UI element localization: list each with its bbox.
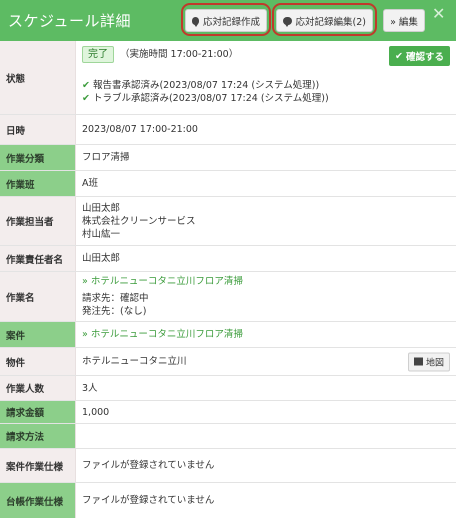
work-team-row: 作業班 A班 bbox=[0, 171, 456, 197]
chat-icon bbox=[192, 16, 199, 27]
headcount-row: 作業人数 3人 bbox=[0, 376, 456, 401]
work-team-label: 作業班 bbox=[0, 171, 76, 196]
worker-1: 山田太郎 bbox=[82, 202, 121, 214]
edit-label: » 編集 bbox=[390, 16, 418, 28]
edit-response-records-label: 応対記録編集(2) bbox=[295, 16, 366, 28]
confirm-button[interactable]: ✔ 確認する bbox=[389, 46, 450, 66]
project-row: 案件 » ホテルニューコタニ立川フロア清掃 bbox=[0, 322, 456, 348]
billing-amount-row: 請求金額 1,000 bbox=[0, 401, 456, 424]
page-title: スケジュール詳細 bbox=[8, 12, 131, 30]
property-value: ホテルニューコタニ立川 bbox=[82, 356, 187, 367]
check-icon: ✔ bbox=[82, 80, 90, 91]
workers-label: 作業担当者 bbox=[0, 197, 76, 245]
supervisor-row: 作業責任者名 山田太郎 bbox=[0, 246, 456, 272]
work-name-link[interactable]: » ホテルニューコタニ立川フロア清掃 bbox=[82, 275, 450, 288]
project-spec-value: ファイルが登録されていません bbox=[82, 460, 215, 471]
ledger-spec-row: 台帳作業仕様 ファイルが登録されていません bbox=[0, 483, 456, 518]
approval-note-report-text: 報告書承認済み(2023/08/07 17:24 (システム処理)) bbox=[92, 80, 320, 91]
project-link[interactable]: » ホテルニューコタニ立川フロア清掃 bbox=[82, 328, 450, 341]
check-icon: ✔ bbox=[395, 50, 403, 62]
headcount-value: 3人 bbox=[82, 382, 98, 394]
approval-note-trouble: ✔ トラブル承認済み(2023/08/07 17:24 (システム処理)) bbox=[82, 92, 450, 105]
datetime-row: 日時 2023/08/07 17:00-21:00 bbox=[0, 115, 456, 145]
supervisor-label: 作業責任者名 bbox=[0, 246, 76, 271]
check-icon: ✔ bbox=[82, 93, 90, 104]
status-row: 状態 完了 （実施時間 17:00-21:00） ✔ 報告書承認済み(2023/0… bbox=[0, 41, 456, 115]
close-icon[interactable]: ✕ bbox=[432, 6, 445, 22]
work-name-label: 作業名 bbox=[0, 272, 76, 321]
property-label: 物件 bbox=[0, 348, 76, 375]
status-badge: 完了 bbox=[82, 46, 114, 63]
order-destination: 発注先：(なし) bbox=[82, 306, 147, 317]
project-spec-row: 案件作業仕様 ファイルが登録されていません bbox=[0, 449, 456, 483]
billing-amount-value: 1,000 bbox=[82, 406, 110, 418]
ledger-spec-label: 台帳作業仕様 bbox=[0, 483, 76, 518]
create-response-record-button[interactable]: 応対記録作成 bbox=[185, 9, 267, 32]
headcount-label: 作業人数 bbox=[0, 376, 76, 400]
workers-row: 作業担当者 山田太郎 株式会社クリーンサービス 村山紘一 bbox=[0, 197, 456, 246]
actual-time: （実施時間 17:00-21:00） bbox=[120, 49, 239, 60]
work-name-row: 作業名 » ホテルニューコタニ立川フロア清掃 請求先：確認中 発注先：(なし) bbox=[0, 272, 456, 322]
chat-icon bbox=[283, 16, 292, 27]
work-category-value: フロア清掃 bbox=[82, 152, 130, 163]
approval-note-trouble-text: トラブル承認済み(2023/08/07 17:24 (システム処理)) bbox=[92, 93, 329, 104]
billing-destination: 請求先：確認中 bbox=[82, 293, 149, 304]
ledger-spec-value: ファイルが登録されていません bbox=[82, 495, 215, 506]
supervisor-value: 山田太郎 bbox=[82, 253, 121, 264]
status-label: 状態 bbox=[0, 41, 76, 114]
worker-3: 村山紘一 bbox=[82, 228, 121, 240]
map-icon bbox=[413, 357, 423, 366]
billing-amount-label: 請求金額 bbox=[0, 401, 76, 423]
edit-button[interactable]: » 編集 bbox=[383, 9, 425, 32]
datetime-value: 2023/08/07 17:00-21:00 bbox=[82, 124, 198, 135]
edit-response-records-button[interactable]: 応対記録編集(2) bbox=[276, 9, 373, 32]
map-label: 地図 bbox=[425, 358, 444, 368]
work-category-row: 作業分類 フロア清掃 bbox=[0, 145, 456, 171]
create-response-record-label: 応対記録作成 bbox=[202, 16, 260, 28]
billing-method-row: 請求方法 bbox=[0, 424, 456, 449]
dialog-header: スケジュール詳細 応対記録作成 応対記録編集(2) » 編集 ✕ bbox=[0, 0, 456, 41]
work-team-value: A班 bbox=[82, 178, 98, 189]
datetime-label: 日時 bbox=[0, 115, 76, 144]
approval-note-report: ✔ 報告書承認済み(2023/08/07 17:24 (システム処理)) bbox=[82, 79, 450, 92]
map-button[interactable]: 地図 bbox=[407, 352, 450, 371]
property-row: 物件 ホテルニューコタニ立川 地図 bbox=[0, 348, 456, 376]
confirm-label: 確認する bbox=[405, 52, 444, 63]
project-spec-label: 案件作業仕様 bbox=[0, 449, 76, 482]
project-label: 案件 bbox=[0, 322, 76, 347]
work-category-label: 作業分類 bbox=[0, 145, 76, 170]
worker-2: 株式会社クリーンサービス bbox=[82, 215, 196, 227]
billing-method-label: 請求方法 bbox=[0, 424, 76, 448]
